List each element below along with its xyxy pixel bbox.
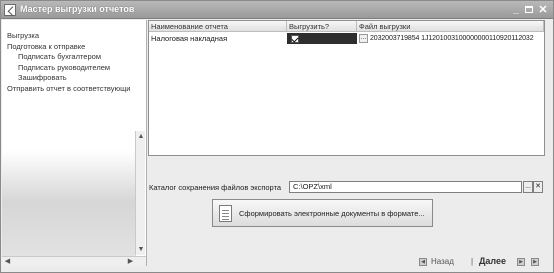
finish-arrow-icon[interactable]: ▶ xyxy=(531,258,539,266)
step-export[interactable]: Выгрузка xyxy=(7,31,131,42)
report-name-cell[interactable]: Налоговая накладная xyxy=(149,33,287,44)
step-encrypt[interactable]: Зашифровать xyxy=(7,73,131,84)
file-edit-icon[interactable]: … xyxy=(359,33,368,43)
column-export-file[interactable]: Файл выгрузки xyxy=(357,21,544,32)
clear-folder-button[interactable]: ✕ xyxy=(533,181,543,193)
maximize-icon xyxy=(525,5,533,13)
panel-decoration xyxy=(2,150,136,266)
export-folder-label: Каталог сохранения файлов экспорта xyxy=(149,183,282,192)
generate-documents-button[interactable]: Сформировать электронные документы в фор… xyxy=(212,199,433,227)
steps-horizontal-scrollbar[interactable]: ◀ ▶ xyxy=(2,256,146,266)
table-header: Наименование отчета Выгрузить? Файл выгр… xyxy=(149,21,544,32)
scroll-down-icon[interactable]: ▼ xyxy=(137,245,145,254)
document-icon xyxy=(219,205,232,222)
scroll-left-icon[interactable]: ◀ xyxy=(3,257,12,266)
maximize-button[interactable] xyxy=(522,3,536,17)
next-arrow-icon[interactable]: ▶ xyxy=(517,258,525,266)
window-title: Мастер выгрузки отчетов xyxy=(20,4,135,14)
step-prepare[interactable]: Подготовка к отправке xyxy=(7,42,131,53)
step-send[interactable]: Отправить отчет в соответствующи xyxy=(7,84,131,95)
steps-list: Выгрузка Подготовка к отправке Подписать… xyxy=(7,31,131,95)
table-row[interactable]: Налоговая накладная … 2032003719854 1J120… xyxy=(149,33,544,44)
next-button[interactable]: Далее xyxy=(479,256,506,266)
generate-documents-label: Сформировать электронные документы в фор… xyxy=(239,209,425,218)
steps-panel: Выгрузка Подготовка к отправке Подписать… xyxy=(2,20,147,266)
back-button[interactable]: Назад xyxy=(431,257,454,266)
scroll-right-icon[interactable]: ▶ xyxy=(126,257,135,266)
column-report-name[interactable]: Наименование отчета xyxy=(149,21,287,32)
nav-separator: | xyxy=(471,257,474,266)
export-folder-input[interactable]: C:\OPZ\xml xyxy=(289,181,522,193)
title-bar[interactable]: Мастер выгрузки отчетов _ ✕ xyxy=(1,1,553,19)
step-sign-accountant[interactable]: Подписать бухгалтером xyxy=(7,52,131,63)
minimize-button[interactable]: _ xyxy=(509,3,523,17)
scroll-up-icon[interactable]: ▲ xyxy=(137,132,145,141)
reports-table[interactable]: Наименование отчета Выгрузить? Файл выгр… xyxy=(148,20,545,156)
export-checkbox-cell[interactable] xyxy=(287,33,357,44)
export-checkbox[interactable] xyxy=(291,34,299,43)
export-wizard-window: Мастер выгрузки отчетов _ ✕ Выгрузка Под… xyxy=(0,0,554,273)
step-sign-director[interactable]: Подписать руководителем xyxy=(7,63,131,74)
export-file-cell[interactable]: … 2032003719854 1J12010031000000001109201… xyxy=(357,33,544,44)
close-button[interactable]: ✕ xyxy=(536,3,550,17)
back-arrow-icon[interactable]: ◀ xyxy=(419,258,427,266)
steps-vertical-scrollbar[interactable]: ▲ ▼ xyxy=(135,131,145,255)
wizard-app-icon xyxy=(4,4,16,16)
browse-folder-button[interactable]: ... xyxy=(523,181,533,193)
export-file-name: 2032003719854 1J120100310000000011092011… xyxy=(370,35,534,42)
column-export[interactable]: Выгрузить? xyxy=(287,21,357,32)
